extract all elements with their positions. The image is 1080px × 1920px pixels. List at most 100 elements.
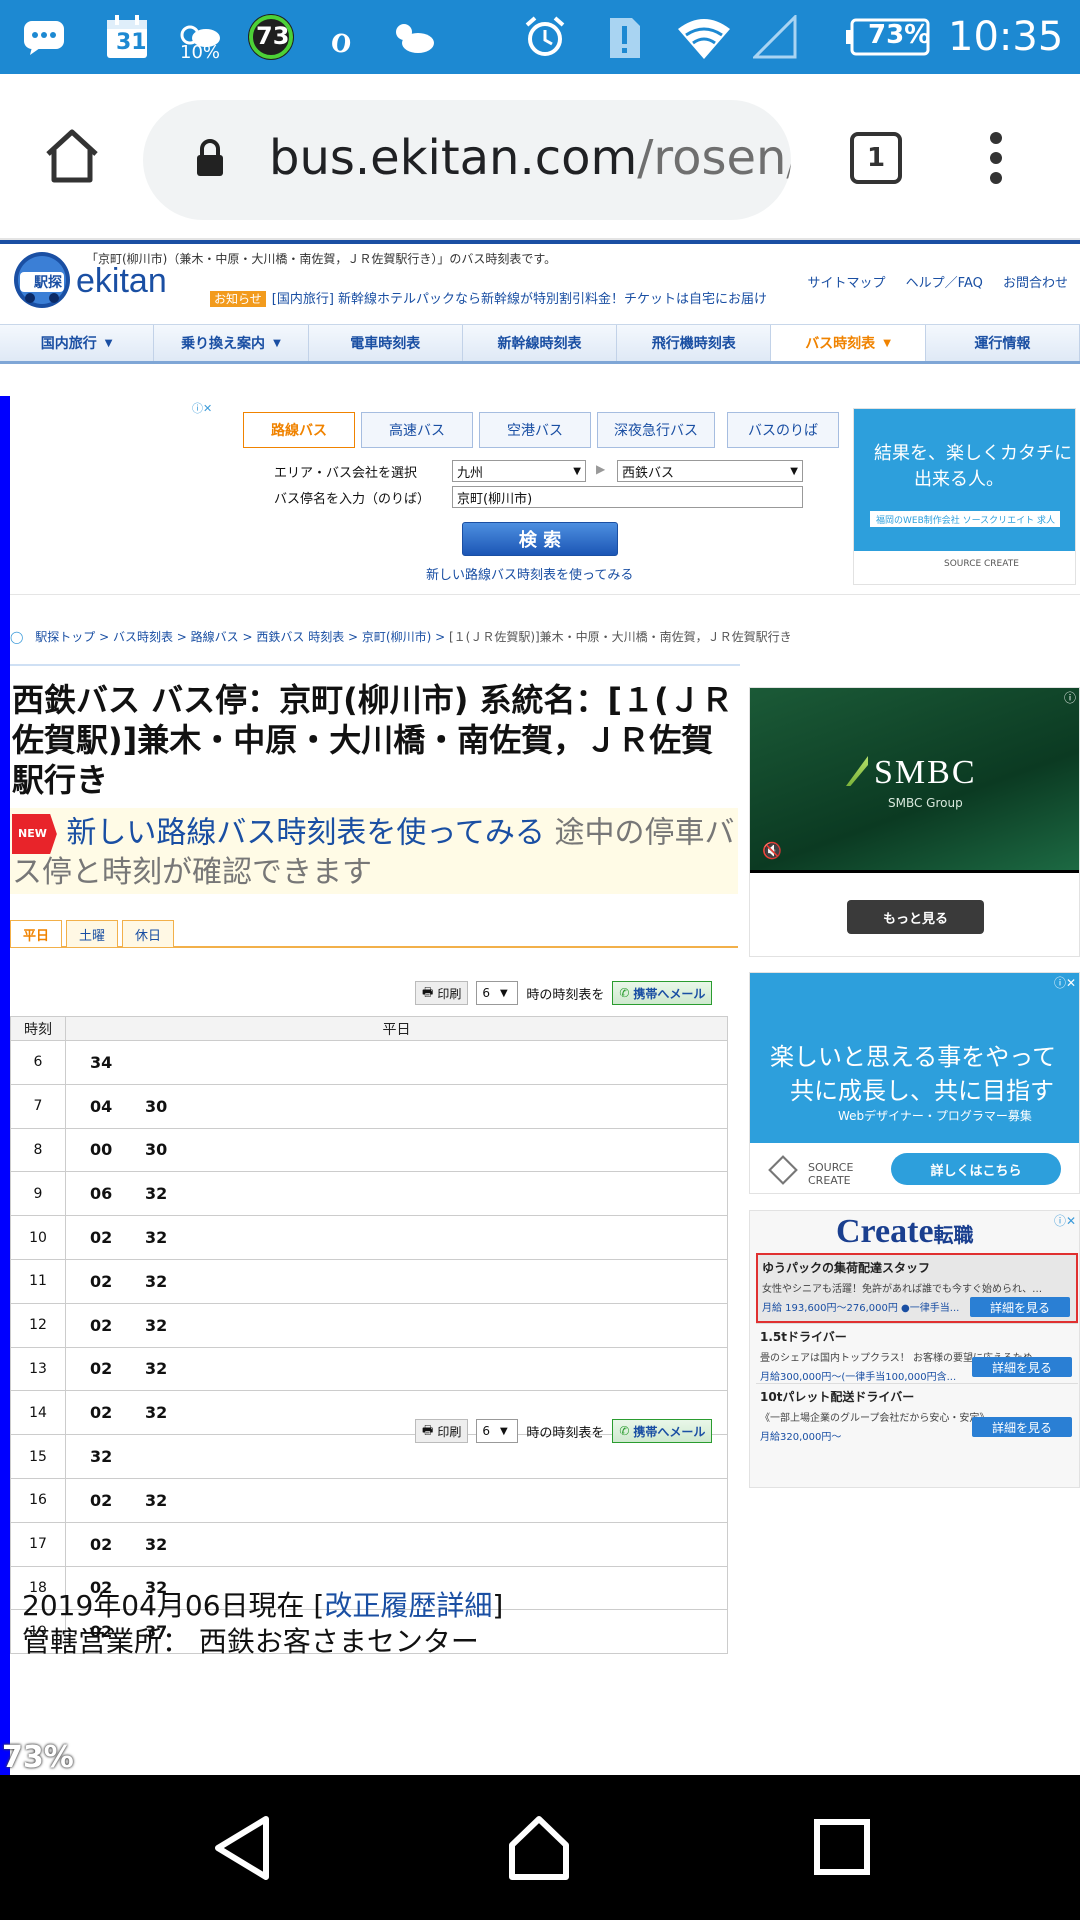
header-intro: 「京町(柳川市)（兼木・中原・大川橋・南佐賀，ＪＲ佐賀駅行き）」のバス時刻表です…	[86, 252, 557, 266]
ad-info-icon[interactable]: ⓘ✕	[192, 400, 222, 415]
gnav-domestic-travel[interactable]: 国内旅行 ▼	[0, 325, 155, 361]
hour-select[interactable]: 6 ▼	[476, 1419, 519, 1443]
signal-icon	[752, 12, 798, 62]
gnav-shinkansen[interactable]: 新幹線時刻表	[463, 325, 618, 361]
ad-source-create[interactable]: ⓘ✕ 楽しいと思える事をやって 共に成長し、共に目指す Webデザイナー・プログ…	[749, 972, 1080, 1194]
revision-history-link[interactable]: 改正履歴詳細	[324, 1589, 492, 1622]
ad-smbc[interactable]: ⓘ SMBC SMBC Group 🔇 もっと見る	[749, 687, 1080, 957]
job-listing[interactable]: 1.5tドライバー 畳のシェアは国内トップクラス！ お客様の要望に応えるため… 月給…	[756, 1323, 1078, 1383]
mail-to-mobile-button[interactable]: ✆ 携帯へメール	[612, 1419, 713, 1443]
hour-cell: 9	[10, 1171, 66, 1217]
breadcrumb-nishitetsu[interactable]: 西鉄バス 時刻表	[256, 630, 344, 644]
job-listing[interactable]: ゆうパックの集荷配達スタッフ 女性やシニアも活躍！免許があれば誰でも今すぐ始められ…	[756, 1253, 1078, 1323]
chevron-down-icon: ▼	[104, 337, 113, 349]
departure-minute[interactable]: 32	[145, 1316, 200, 1335]
job-detail-button[interactable]: 詳細を見る	[972, 1417, 1072, 1437]
departure-minute[interactable]: 32	[145, 1491, 200, 1510]
job-detail-button[interactable]: 詳細を見る	[972, 1357, 1072, 1377]
table-row: 11 02 32	[10, 1259, 728, 1304]
print-button[interactable]: 🖶 印刷	[415, 1419, 469, 1443]
departure-minute[interactable]: 02	[90, 1535, 145, 1554]
job-listing[interactable]: 10tパレット配送ドライバー 《一部上場企業のグループ会社だから安心・安定》 月給3…	[756, 1383, 1078, 1443]
gnav-transfer[interactable]: 乗り換え案内 ▼	[154, 325, 309, 361]
mute-icon[interactable]: 🔇	[762, 841, 782, 860]
tab-holiday[interactable]: 休日	[122, 920, 174, 948]
tab-switcher-button[interactable]: 1	[850, 132, 902, 184]
departure-minute[interactable]: 32	[145, 1403, 200, 1422]
breadcrumb-route-bus[interactable]: 路線バス	[191, 630, 239, 644]
gnav-service-info[interactable]: 運行情報	[926, 325, 1080, 361]
notice-link[interactable]: [国内旅行] 新幹線ホテルパックなら新幹線が特別割引料金！チケットは自宅にお届け	[272, 292, 767, 307]
back-icon[interactable]	[212, 1813, 272, 1883]
tab-saturday[interactable]: 土曜	[66, 920, 118, 948]
print-button[interactable]: 🖶 印刷	[415, 981, 469, 1005]
ad-smbc-more-button[interactable]: もっと見る	[847, 900, 984, 934]
gnav-bus-timetable[interactable]: バス時刻表 ▼	[771, 325, 926, 361]
hour-cell: 13	[10, 1347, 66, 1392]
minutes-cell: 02 32	[65, 1478, 728, 1523]
tab-weekday[interactable]: 平日	[10, 920, 62, 948]
departure-minute[interactable]: 32	[145, 1272, 200, 1291]
departure-minute[interactable]: 32	[145, 1228, 200, 1247]
departure-minute[interactable]: 06	[90, 1184, 145, 1203]
departure-minute[interactable]: 02	[90, 1272, 145, 1291]
ad-source-cta[interactable]: 詳しくはこちら	[891, 1153, 1061, 1185]
address-bar[interactable]: bus.ekitan.com/rosen/l	[143, 100, 791, 220]
ad-source-create-small[interactable]: ⓘ✕ 結果を、楽しくカタチに 出来る人。 福岡のWEB制作会社 ソースクリエイト…	[853, 408, 1076, 585]
gnav-flight[interactable]: 飛行機時刻表	[617, 325, 772, 361]
gnav-train-timetable[interactable]: 電車時刻表	[309, 325, 463, 361]
company-select[interactable]: 西鉄バス ▼	[617, 460, 803, 482]
ad-info-icon[interactable]: ⓘ✕	[1054, 1212, 1076, 1229]
table-row: 17 02 32	[10, 1522, 728, 1567]
breadcrumb-stop[interactable]: 京町(柳川市)	[362, 630, 431, 644]
mobile-icon: ✆	[619, 986, 630, 1000]
printer-icon: 🖶	[422, 984, 434, 999]
area-select[interactable]: 九州 ▼	[452, 460, 586, 482]
departure-minute[interactable]: 32	[90, 1447, 145, 1466]
tab-bus-stop[interactable]: バスのりば	[727, 412, 839, 448]
departure-minute[interactable]: 00	[90, 1140, 145, 1159]
tab-late-night-bus[interactable]: 深夜急行バス	[597, 412, 715, 448]
breadcrumb-top[interactable]: 駅探トップ	[35, 630, 95, 644]
departure-minute[interactable]: 02	[90, 1491, 145, 1510]
departure-minute[interactable]: 02	[90, 1228, 145, 1247]
departure-minute[interactable]: 02	[90, 1359, 145, 1378]
link-help[interactable]: ヘルプ／FAQ	[906, 276, 983, 291]
hour-cell: 14	[10, 1390, 66, 1436]
hour-select[interactable]: 6 ▼	[476, 981, 519, 1005]
url-text: bus.ekitan.com/rosen/l	[269, 130, 791, 186]
home-icon[interactable]	[42, 126, 102, 186]
departure-minute[interactable]: 30	[145, 1097, 200, 1116]
departure-minute[interactable]: 04	[90, 1097, 145, 1116]
departure-minute[interactable]: 32	[145, 1359, 200, 1378]
departure-minute[interactable]: 32	[145, 1535, 200, 1554]
home-nav-icon[interactable]	[506, 1813, 572, 1883]
departure-minute[interactable]: 02	[90, 1316, 145, 1335]
chevron-down-icon: ▼	[790, 465, 798, 477]
new-timetable-link[interactable]: 新しい路線バス時刻表を使ってみる	[426, 564, 633, 583]
stop-input[interactable]: 京町(柳川市)	[452, 486, 803, 508]
tab-route-bus[interactable]: 路線バス	[243, 412, 355, 448]
departure-minute[interactable]: 30	[145, 1140, 200, 1159]
gnav-label: バス時刻表	[805, 336, 876, 352]
ad-info-icon[interactable]: ⓘ	[1064, 689, 1076, 706]
ad-brand: SOURCE CREATE	[944, 559, 1019, 569]
job-title: 1.5tドライバー	[760, 1330, 847, 1344]
departure-minute[interactable]: 32	[145, 1184, 200, 1203]
tab-highway-bus[interactable]: 高速バス	[361, 412, 473, 448]
ad-info-icon[interactable]: ⓘ✕	[1054, 974, 1076, 991]
tab-airport-bus[interactable]: 空港バス	[479, 412, 591, 448]
link-sitemap[interactable]: サイトマップ	[808, 276, 886, 291]
recents-icon[interactable]	[814, 1819, 870, 1875]
departure-minute[interactable]: 34	[90, 1053, 145, 1072]
menu-icon[interactable]	[986, 130, 1006, 186]
mail-to-mobile-button[interactable]: ✆ 携帯へメール	[612, 981, 713, 1005]
departure-minute[interactable]: 02	[90, 1403, 145, 1422]
breadcrumb-bus[interactable]: バス時刻表	[113, 630, 173, 644]
ad-jobs[interactable]: ⓘ✕ Create転職 ゆうパックの集荷配達スタッフ 女性やシニアも活躍！免許があ…	[749, 1210, 1080, 1488]
hour-cell: 12	[10, 1303, 66, 1348]
search-button[interactable]: 検 索	[462, 522, 618, 556]
link-contact[interactable]: お問合わせ	[1003, 276, 1068, 291]
new-banner-link[interactable]: 新しい路線バス時刻表を使ってみる	[66, 816, 545, 851]
job-detail-button[interactable]: 詳細を見る	[970, 1297, 1070, 1317]
